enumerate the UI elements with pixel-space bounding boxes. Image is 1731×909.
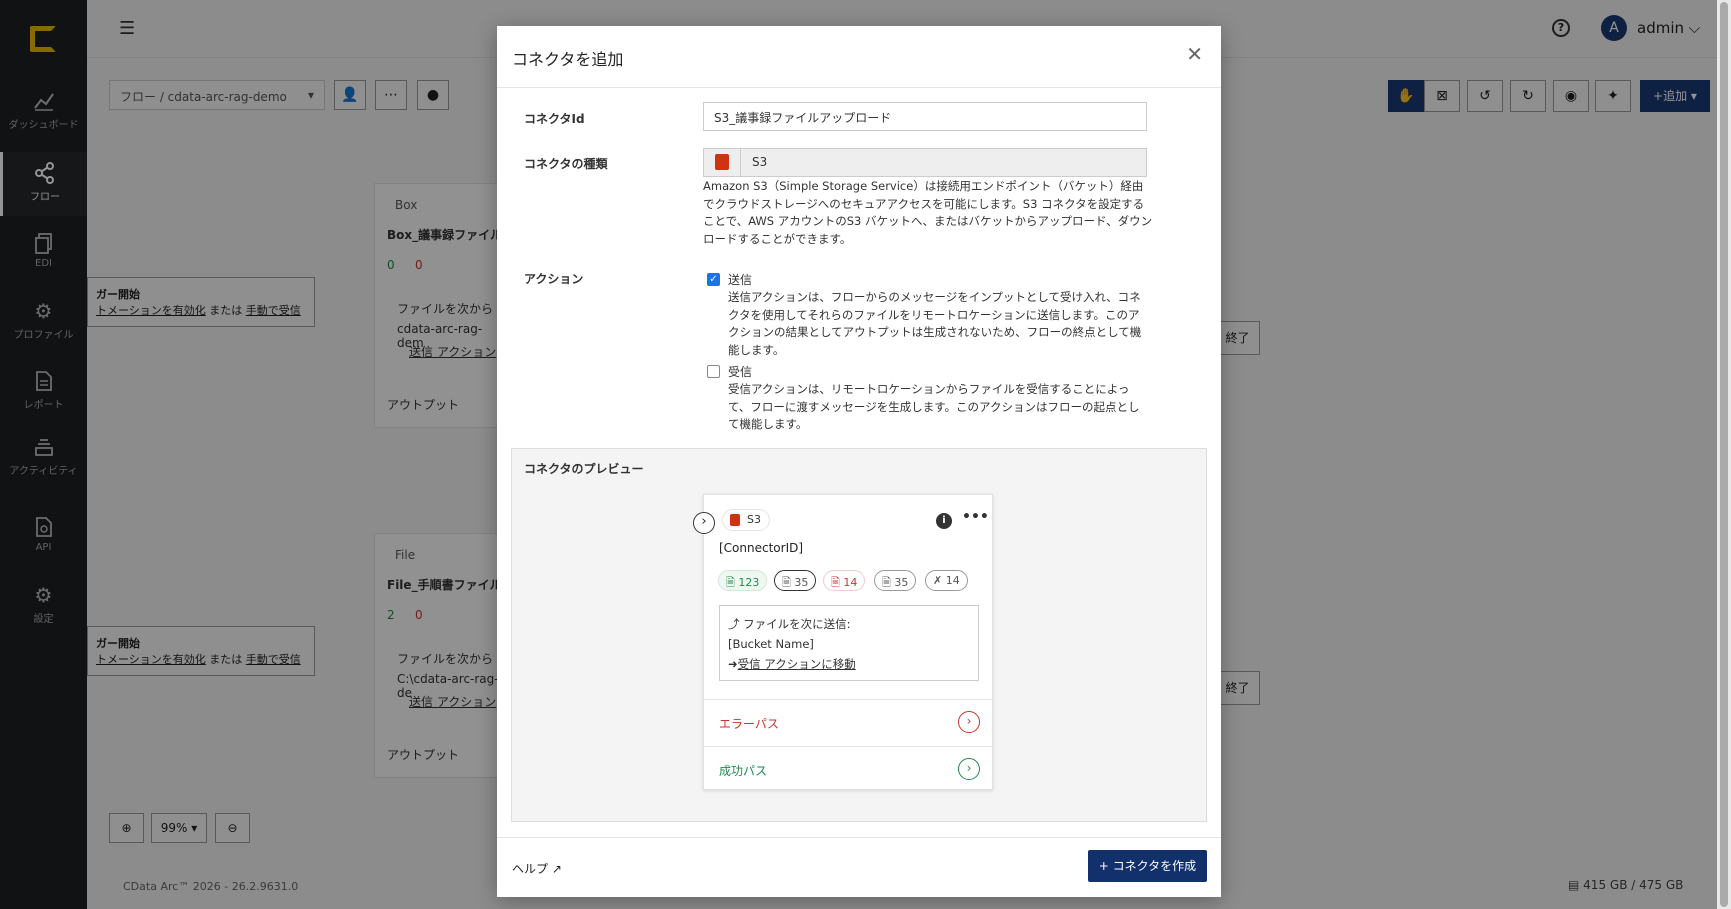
stat-pending: 🗎 35 xyxy=(774,570,817,591)
stat-value: 35 xyxy=(794,576,809,589)
file-icon: 🗎 xyxy=(882,576,891,589)
stat-value: 14 xyxy=(945,574,960,587)
connector-tag: S3 xyxy=(722,509,770,531)
receive-action-description: 受信アクションは、リモートロケーションからファイルを受信することによって、フロー… xyxy=(728,382,1140,431)
stat-error: 🗎 14 xyxy=(823,570,866,591)
scrollbar[interactable] xyxy=(1717,0,1731,909)
chevron-right-icon[interactable]: › xyxy=(958,711,980,733)
file-icon: 🗎 xyxy=(782,576,791,589)
stat-value: 123 xyxy=(738,576,760,589)
upload-icon: ⤴ xyxy=(728,617,740,631)
add-connector-modal: コネクタを追加 ✕ コネクタId S3_議事録ファイルアップロード コネクタの種… xyxy=(497,26,1221,897)
stat-success: 🗎 123 xyxy=(718,570,768,591)
chevron-right-icon[interactable]: › xyxy=(958,758,980,780)
stat-sent: 🗎 35 xyxy=(874,570,917,591)
bucket-name: [Bucket Name] xyxy=(728,637,814,651)
connector-preview: コネクタのプレビュー › S3 i ••• [ConnectorID] 🗎 12… xyxy=(511,448,1207,822)
stat-value: 35 xyxy=(894,576,909,589)
send-action-label: 送信 xyxy=(728,273,753,287)
send-action-description: 送信アクションは、フローからのメッセージをインプットとして受け入れ、コネクタを使… xyxy=(728,290,1142,357)
info-icon[interactable]: i xyxy=(936,513,952,529)
modal-footer: ヘルプ ↗ + コネクタを作成 xyxy=(497,837,1221,897)
preview-destination-box: ⤴ ファイルを次に送信: [Bucket Name] ➜受信 アクションに移動 xyxy=(719,605,979,681)
success-path-row[interactable]: 成功パス › xyxy=(704,746,992,792)
file-icon: 🗎 xyxy=(726,576,735,589)
receive-action-label: 受信 xyxy=(728,365,753,379)
close-icon[interactable]: ✕ xyxy=(1186,42,1203,66)
file-x-icon: ✗ xyxy=(933,574,943,587)
s3-icon xyxy=(730,514,740,526)
stat-skipped: ✗ 14 xyxy=(925,570,968,591)
send-to-label: ファイルを次に送信: xyxy=(743,617,851,631)
modal-title: コネクタを追加 xyxy=(512,50,624,69)
connector-type-description: Amazon S3（Simple Storage Service）は接続用エンド… xyxy=(703,179,1153,246)
arrow-right-icon: ➜ xyxy=(728,657,738,671)
scrollbar-thumb[interactable] xyxy=(1720,2,1728,907)
connector-id-label: コネクタId xyxy=(524,112,585,126)
create-connector-button[interactable]: + コネクタを作成 xyxy=(1088,850,1207,882)
file-icon: 🗎 xyxy=(831,576,840,589)
connector-type-label: コネクタの種類 xyxy=(524,157,608,171)
connector-type-field: S3 xyxy=(703,148,1147,177)
connector-id-input[interactable]: S3_議事録ファイルアップロード xyxy=(703,102,1147,131)
action-label: アクション xyxy=(524,272,584,286)
s3-logo xyxy=(703,148,741,177)
help-link[interactable]: ヘルプ ↗ xyxy=(512,860,562,877)
s3-icon xyxy=(715,154,729,170)
stat-value: 14 xyxy=(843,576,858,589)
receive-action-checkbox[interactable] xyxy=(707,365,720,378)
preview-card: › S3 i ••• [ConnectorID] 🗎 123 🗎 35 🗎 14… xyxy=(693,494,993,792)
error-path-row[interactable]: エラーパス › xyxy=(704,699,992,745)
send-action-checkbox[interactable]: ✓ xyxy=(707,273,720,286)
modal-header: コネクタを追加 ✕ xyxy=(497,26,1221,88)
more-icon[interactable]: ••• xyxy=(962,509,989,525)
chevron-right-icon[interactable]: › xyxy=(693,512,715,534)
error-path-label: エラーパス xyxy=(719,717,779,731)
preview-connector-id: [ConnectorID] xyxy=(719,541,804,555)
external-link-icon: ↗ xyxy=(551,862,562,876)
help-label: ヘルプ xyxy=(512,862,549,876)
success-path-label: 成功パス xyxy=(719,764,768,778)
connector-tag-label: S3 xyxy=(747,513,761,526)
preview-title: コネクタのプレビュー xyxy=(524,462,644,476)
move-to-receive-link[interactable]: 受信 アクションに移動 xyxy=(738,657,856,671)
